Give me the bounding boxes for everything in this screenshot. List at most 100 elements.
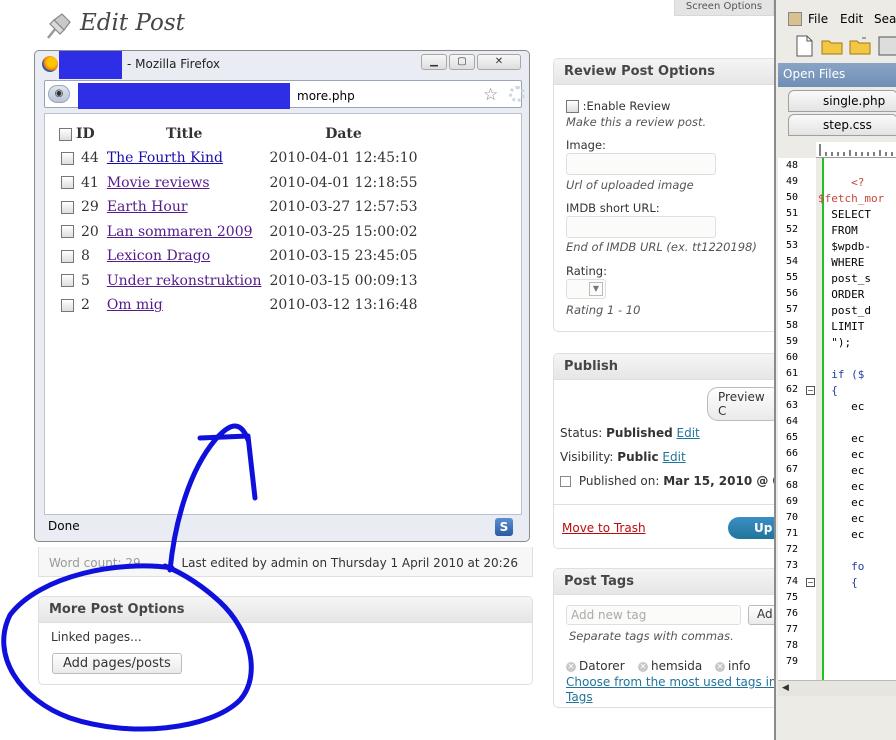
publish-title[interactable]: Publish: [554, 354, 782, 380]
enable-review-checkbox[interactable]: [566, 100, 579, 113]
new-file-icon[interactable]: [792, 34, 816, 58]
choose-most-used-tags-link[interactable]: Choose from the most used tags in: [566, 675, 777, 689]
menu-edit[interactable]: Edit: [840, 12, 863, 26]
open-folder-2-icon[interactable]: [848, 34, 872, 58]
enable-review-label: :Enable Review: [582, 99, 671, 113]
post-title-link[interactable]: The Fourth Kind: [107, 150, 223, 166]
menu-file[interactable]: File: [808, 12, 828, 26]
code-area[interactable]: <? $fetch_mor SELECT FROM $wpdb- WHERE p…: [818, 158, 896, 680]
choose-most-used-tags-link-cont[interactable]: Tags: [566, 690, 593, 704]
post-title-link[interactable]: Movie reviews: [107, 175, 210, 191]
image-note: Url of uploaded image: [566, 178, 694, 192]
firefox-titlebar[interactable]: - Mozilla Firefox ▁ ▢ ✕: [35, 51, 529, 79]
published-on-row: Published on: Mar 15, 2010 @ 0: [560, 474, 781, 488]
page-title: Edit Post: [80, 10, 185, 36]
close-icon[interactable]: ✕: [477, 54, 521, 70]
post-tags-title[interactable]: Post Tags: [554, 569, 782, 595]
new-tag-input[interactable]: Add new tag: [566, 605, 741, 625]
horizontal-scrollbar[interactable]: ◀: [778, 680, 896, 696]
code-line: $wpdb-: [818, 240, 871, 253]
remove-tag-icon[interactable]: ✕: [715, 661, 725, 672]
image-url-input[interactable]: [566, 153, 716, 175]
tab-step-css[interactable]: step.css: [788, 114, 896, 136]
title-cell: The Fourth Kind: [103, 146, 266, 171]
title-cell: Lan sommaren 2009: [103, 220, 266, 245]
rating-label: Rating:: [566, 264, 607, 278]
firefox-logo-icon: [42, 56, 58, 72]
code-line: ");: [818, 336, 852, 349]
fold-toggle-icon[interactable]: −: [806, 386, 815, 395]
save-icon[interactable]: [876, 34, 896, 58]
tab-single-php[interactable]: single.php: [788, 90, 896, 112]
post-title-link[interactable]: Under rekonstruktion: [107, 273, 262, 289]
word-count: Word count: 29: [49, 556, 141, 570]
post-title-link[interactable]: Earth Hour: [107, 199, 188, 215]
status-value: Published: [606, 426, 673, 440]
code-line: <?: [818, 176, 865, 189]
post-id: 41: [81, 174, 99, 191]
title-cell: Lexicon Drago: [103, 244, 266, 269]
move-to-trash-link[interactable]: Move to Trash: [562, 521, 646, 535]
line-number: 59: [786, 336, 799, 347]
rating-select[interactable]: ▼: [566, 279, 606, 299]
line-number-gutter: 48 49 50 51 52 53 54 55 56 57 58 59 60 6…: [778, 158, 816, 680]
line-number: 63: [786, 400, 799, 411]
popup-content: ID Title Date 44 The Fourth Kind 2010-04…: [44, 113, 522, 515]
review-post-options-title[interactable]: Review Post Options: [554, 59, 782, 85]
pin-icon: [47, 13, 71, 39]
id-cell: 29: [57, 195, 103, 220]
imdb-url-input[interactable]: [566, 216, 716, 238]
status-row: Status: Published Edit: [560, 426, 700, 440]
bookmark-star-icon[interactable]: ☆: [483, 85, 498, 105]
row-checkbox[interactable]: [61, 176, 74, 190]
code-line: ec: [818, 400, 865, 413]
more-post-options-title[interactable]: More Post Options: [39, 597, 532, 623]
addon-s-icon[interactable]: S: [495, 518, 513, 536]
screen-options-button[interactable]: Screen Options: [674, 0, 774, 16]
table-row: 29 Earth Hour 2010-03-27 12:57:53: [57, 195, 422, 220]
remove-tag-icon[interactable]: ✕: [638, 661, 648, 672]
post-title-link[interactable]: Lexicon Drago: [107, 248, 210, 264]
add-pages-posts-button[interactable]: Add pages/posts: [52, 653, 182, 674]
menu-search[interactable]: Sear: [874, 12, 896, 26]
id-cell: 2: [57, 293, 103, 318]
row-checkbox[interactable]: [61, 225, 74, 239]
scroll-left-icon[interactable]: ◀: [782, 683, 789, 693]
published-on-value: Mar 15, 2010 @ 0: [663, 474, 781, 488]
status-edit-link[interactable]: Edit: [677, 426, 700, 440]
row-checkbox[interactable]: [61, 274, 74, 288]
open-folder-icon[interactable]: [820, 34, 844, 58]
preview-changes-button[interactable]: Preview C: [707, 387, 782, 421]
row-checkbox[interactable]: [61, 200, 74, 214]
row-checkbox[interactable]: [61, 151, 74, 165]
visibility-edit-link[interactable]: Edit: [662, 450, 685, 464]
remove-tag-icon[interactable]: ✕: [566, 661, 576, 672]
row-checkbox[interactable]: [61, 298, 74, 312]
row-checkbox[interactable]: [61, 249, 74, 263]
maximize-icon[interactable]: ▢: [449, 54, 475, 70]
post-title-link[interactable]: Lan sommaren 2009: [107, 224, 253, 240]
fold-toggle-icon[interactable]: −: [806, 578, 815, 587]
select-all-checkbox[interactable]: [59, 127, 72, 141]
url-text[interactable]: more.php: [297, 89, 355, 103]
code-line: ec: [818, 480, 865, 493]
site-identity-icon[interactable]: ◉: [48, 85, 70, 103]
id-cell: 41: [57, 171, 103, 196]
table-row: 20 Lan sommaren 2009 2010-03-25 15:00:02: [57, 220, 422, 245]
table-row: 44 The Fourth Kind 2010-04-01 12:45:10: [57, 146, 422, 171]
line-number: 73: [786, 560, 799, 571]
code-line: ORDER: [818, 288, 865, 301]
line-number: 70: [786, 512, 799, 523]
address-bar[interactable]: ◉ more.php ☆: [44, 80, 525, 109]
minimize-icon[interactable]: ▁: [421, 54, 447, 70]
line-number: 79: [786, 656, 799, 667]
tag-label: info: [728, 659, 751, 673]
id-cell: 8: [57, 244, 103, 269]
post-title-link[interactable]: Om mig: [107, 297, 163, 313]
open-files-panel-title: Open Files: [778, 63, 896, 87]
window-title: - Mozilla Firefox: [127, 57, 221, 71]
post-status-bar: Word count: 29 Last edited by admin on T…: [38, 547, 533, 577]
date-cell: 2010-03-25 15:00:02: [269, 223, 418, 240]
post-id: 20: [81, 223, 99, 240]
enable-review-row: :Enable Review: [566, 99, 670, 113]
